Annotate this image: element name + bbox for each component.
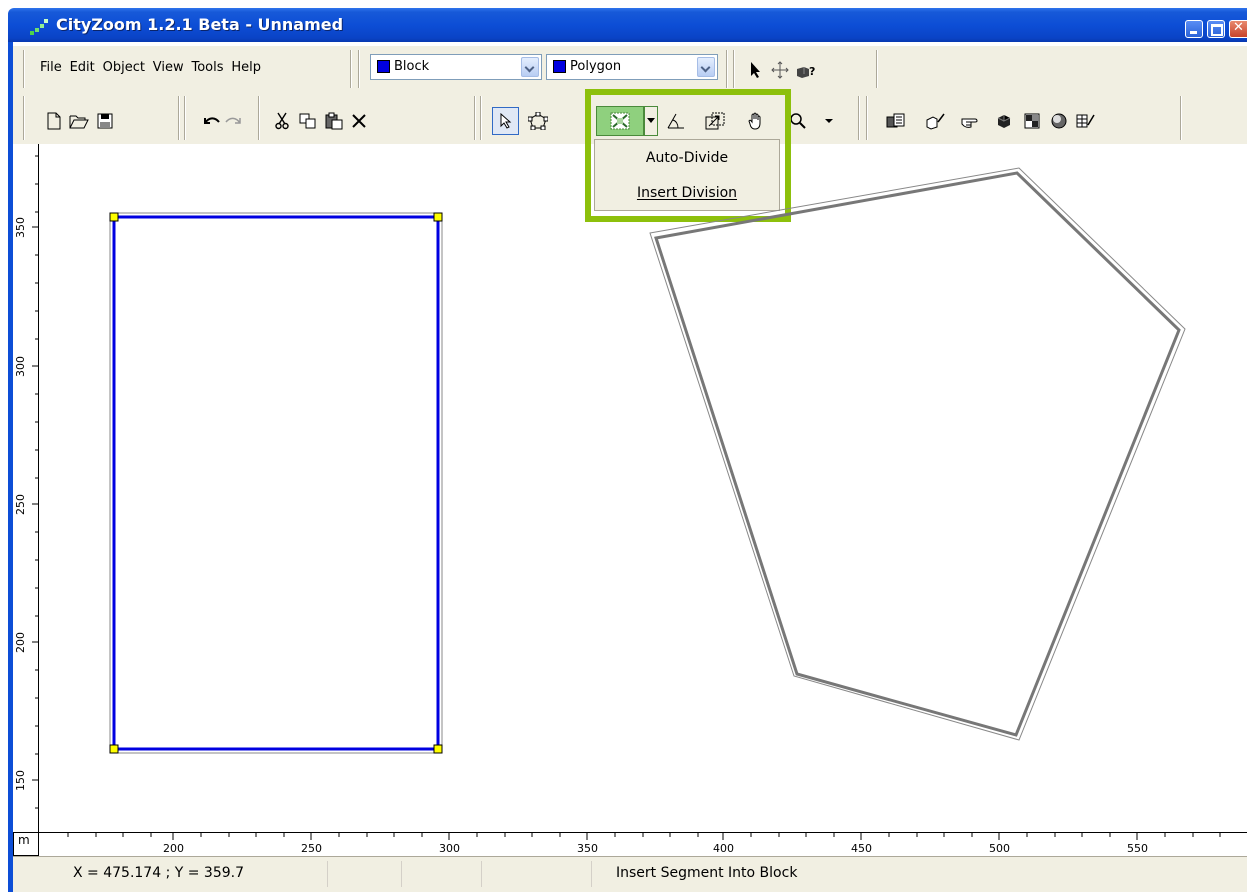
new-file-icon[interactable] [42,109,66,133]
edit-block-icon[interactable] [924,109,948,133]
shape-type-combo[interactable]: Polygon [546,54,718,80]
sphere-icon[interactable] [1047,109,1071,133]
vertex-handle [109,212,119,222]
x-tick-label: 550 [1127,842,1148,855]
status-message: Insert Segment Into Block [616,865,798,881]
vertical-ruler: 350 300 250 200 150 [13,144,39,832]
toolbar-grip[interactable] [480,96,482,140]
toolbar-separator [178,96,180,140]
status-divider [327,861,328,887]
save-disk-icon[interactable] [93,109,117,133]
y-tick-label: 300 [14,356,27,377]
status-divider [481,861,482,887]
toolbar-grip[interactable] [358,50,360,88]
toolbar-grip[interactable] [866,96,868,140]
status-divider [591,861,592,887]
move-cross-icon[interactable] [768,58,792,82]
vertex-handle [433,744,443,754]
zoom-dropdown-icon[interactable] [821,109,837,133]
x-tick-label: 200 [163,842,184,855]
toolbar-separator [726,50,728,88]
status-bar: X = 475.174 ; Y = 359.7 Insert Segment I… [13,856,1247,892]
menu-tools[interactable]: Tools [191,60,223,75]
toolbar-grip[interactable] [23,96,25,140]
title-bar[interactable]: CityZoom 1.2.1 Beta - Unnamed [8,8,1247,42]
x-tick-label: 300 [439,842,460,855]
vertex-handle [433,212,443,222]
drawing-canvas[interactable] [40,144,1247,832]
object-type-value: Block [394,59,430,74]
toolbar-grip[interactable] [184,96,186,140]
x-tick-label: 400 [713,842,734,855]
toolbar-grip[interactable] [733,50,735,88]
object-type-combo[interactable]: Block [370,54,542,80]
menu-object[interactable]: Object [103,60,145,75]
minimize-button[interactable] [1185,20,1203,38]
svg-text:?: ? [809,65,815,78]
x-tick-label: 350 [577,842,598,855]
window-title: CityZoom 1.2.1 Beta - Unnamed [56,15,344,34]
color-swatch [553,60,566,73]
selected-block[interactable] [109,212,443,754]
copy-icon[interactable] [296,109,320,133]
pointer-arrow-icon[interactable] [744,58,768,82]
x-tick-label: 450 [851,842,872,855]
toolbar-separator [350,50,352,88]
y-tick-label: 350 [14,217,27,238]
status-divider [401,861,402,887]
vertex-edit-icon[interactable] [526,109,550,133]
query-object-icon[interactable]: ? [794,58,818,82]
select-icon[interactable] [492,107,519,135]
maximize-button[interactable] [1207,20,1225,38]
close-button[interactable] [1229,20,1247,38]
toolbar-grip[interactable] [23,50,25,88]
color-swatch [377,60,390,73]
table-edit-icon[interactable] [1074,109,1098,133]
checker-icon[interactable] [1020,109,1044,133]
menu-help[interactable]: Help [231,60,261,75]
x-tick-label: 250 [301,842,322,855]
copy-block-icon[interactable] [884,109,908,133]
x-tick-label: 500 [989,842,1010,855]
chevron-down-icon[interactable] [697,57,715,77]
redo-icon[interactable] [221,109,245,133]
delete-icon[interactable] [347,109,371,133]
point-hand-icon[interactable] [960,109,984,133]
toolbar-separator [858,96,860,140]
toolbar-separator [1180,96,1182,140]
chevron-down-icon[interactable] [521,57,539,77]
ruler-unit-label: m [13,832,39,856]
vertex-handle [109,744,119,754]
toolbar-separator [876,50,878,88]
menu-view[interactable]: View [153,60,184,75]
y-tick-label: 250 [14,494,27,515]
toolbar-separator [474,96,476,140]
solid-cube-icon[interactable] [992,109,1016,133]
shape-type-value: Polygon [570,59,622,74]
y-tick-label: 150 [14,770,27,791]
open-folder-icon[interactable] [67,109,91,133]
paste-icon[interactable] [322,109,346,133]
menu-file[interactable]: File [40,60,62,75]
menu-bar: File Edit Object View Tools Help [40,60,265,80]
y-tick-label: 200 [14,632,27,653]
polygon-block[interactable] [649,167,1186,741]
cut-icon[interactable] [270,109,294,133]
coordinate-readout: X = 475.174 ; Y = 359.7 [73,865,244,881]
toolbar-separator [258,96,260,140]
horizontal-ruler: 200 250 300 350 400 450 500 550 [39,832,1247,856]
cityzoom-app-icon [30,19,48,35]
menu-edit[interactable]: Edit [70,60,95,75]
